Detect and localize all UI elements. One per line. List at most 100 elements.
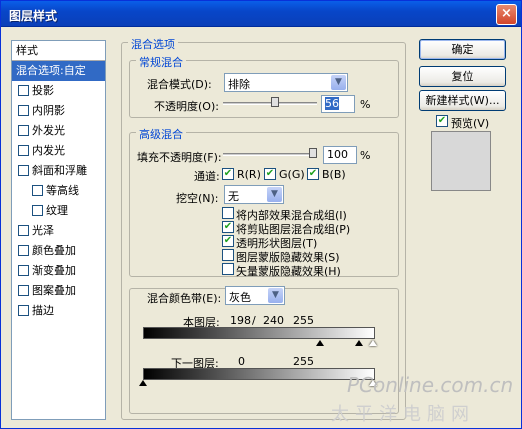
watermark-text: 太平洋电脑网 (331, 404, 475, 425)
style-item-label: 混合选项:自定 (16, 64, 86, 77)
this-layer-separator: / (252, 314, 256, 327)
this-layer-value-3: 255 (293, 314, 314, 327)
channel-r-label: R(R) (237, 168, 261, 181)
channel-g-label: G(G) (279, 168, 305, 181)
knockout-select[interactable]: 无 ▼ (224, 185, 284, 204)
dialog-body: 样式 混合选项:自定 投影 内阴影 外发光 内发光 斜面和浮雕 等高线 纹理 光… (1, 28, 521, 428)
blend-if-select[interactable]: 灰色 ▼ (225, 286, 285, 305)
style-item-drop-shadow[interactable]: 投影 (12, 81, 105, 101)
underlying-value-1: 0 (238, 355, 245, 368)
ok-button[interactable]: 确定 (419, 39, 506, 60)
style-item-label: 外发光 (32, 124, 65, 137)
style-item-blending-options[interactable]: 混合选项:自定 (12, 61, 105, 81)
opacity-percent: % (360, 98, 371, 111)
channel-b-label: B(B) (322, 168, 346, 181)
channel-g-checkbox[interactable]: ✔ (264, 168, 276, 180)
opacity-input[interactable]: 56 (321, 95, 355, 113)
knockout-label: 挖空(N): (176, 192, 219, 205)
knockout-value: 无 (228, 190, 239, 203)
style-checkbox[interactable] (18, 225, 29, 236)
fill-opacity-label: 填充不透明度(F): (137, 151, 222, 164)
style-item-label: 渐变叠加 (32, 264, 76, 277)
watermark-logo: PConline.com.cn (347, 373, 514, 397)
blend-interior-checkbox[interactable] (222, 207, 234, 219)
fill-opacity-percent: % (360, 149, 371, 162)
layer-style-dialog: 图层样式 × 样式 混合选项:自定 投影 内阴影 外发光 内发光 斜面和浮雕 等… (0, 0, 522, 429)
blend-if-label: 混合颜色带(E): (147, 292, 222, 305)
opacity-label: 不透明度(O): (154, 100, 219, 113)
style-item-pattern-overlay[interactable]: 图案叠加 (12, 281, 105, 301)
style-item-label: 内阴影 (32, 104, 65, 117)
this-layer-black-handle[interactable] (316, 340, 324, 346)
style-item-contour[interactable]: 等高线 (12, 181, 105, 201)
style-item-inner-shadow[interactable]: 内阴影 (12, 101, 105, 121)
style-item-label: 描边 (32, 304, 54, 317)
new-style-button[interactable]: 新建样式(W)... (419, 90, 506, 111)
opacity-slider-track[interactable] (223, 102, 317, 105)
fill-opacity-slider-thumb[interactable] (309, 148, 317, 158)
style-checkbox[interactable] (18, 285, 29, 296)
preview-label: 预览(V) (451, 117, 490, 130)
style-checkbox[interactable] (18, 305, 29, 316)
reset-button[interactable]: 复位 (419, 66, 506, 87)
this-layer-value-2: 240 (263, 314, 284, 327)
style-checkbox[interactable] (18, 85, 29, 96)
fill-opacity-input[interactable]: 100 (323, 146, 357, 164)
chevron-down-icon[interactable]: ▼ (267, 187, 282, 202)
layer-mask-hides-checkbox[interactable] (222, 249, 234, 261)
style-item-stroke[interactable]: 描边 (12, 301, 105, 321)
general-blending-title: 常规混合 (136, 54, 186, 70)
style-item-label: 投影 (32, 84, 54, 97)
style-checkbox[interactable] (18, 105, 29, 116)
style-list: 样式 混合选项:自定 投影 内阴影 外发光 内发光 斜面和浮雕 等高线 纹理 光… (11, 40, 106, 420)
style-item-outer-glow[interactable]: 外发光 (12, 121, 105, 141)
channel-r-checkbox[interactable]: ✔ (222, 168, 234, 180)
blend-clipped-checkbox[interactable]: ✔ (222, 221, 234, 233)
style-checkbox[interactable] (18, 165, 29, 176)
underlying-layer-gradient (143, 368, 375, 380)
style-checkbox[interactable] (32, 205, 43, 216)
style-item-texture[interactable]: 纹理 (12, 201, 105, 221)
style-checkbox[interactable] (18, 145, 29, 156)
opacity-slider-thumb[interactable] (271, 97, 280, 107)
underlying-value-2: 255 (293, 355, 314, 368)
channels-label: 通道: (194, 170, 220, 183)
style-preview-swatch (431, 131, 491, 191)
blend-mode-value: 排除 (228, 78, 250, 91)
this-layer-split-handle[interactable] (355, 340, 363, 346)
style-list-header[interactable]: 样式 (12, 41, 105, 61)
blend-if-value: 灰色 (229, 291, 251, 304)
style-item-label: 颜色叠加 (32, 244, 76, 257)
style-item-gradient-overlay[interactable]: 渐变叠加 (12, 261, 105, 281)
style-item-bevel-emboss[interactable]: 斜面和浮雕 (12, 161, 105, 181)
window-title: 图层样式 (9, 9, 58, 23)
chevron-down-icon[interactable]: ▼ (268, 288, 283, 303)
blend-mode-select[interactable]: 排除 ▼ (224, 73, 348, 92)
title-bar[interactable]: 图层样式 × (1, 1, 521, 27)
preview-checkbox[interactable]: ✔ (436, 115, 448, 127)
style-checkbox[interactable] (32, 185, 43, 196)
underlying-black-handle[interactable] (139, 380, 147, 386)
style-item-label: 图案叠加 (32, 284, 76, 297)
this-layer-value-1: 198 (230, 314, 251, 327)
chevron-down-icon[interactable]: ▼ (331, 75, 346, 90)
style-checkbox[interactable] (18, 245, 29, 256)
vector-mask-hides-checkbox[interactable] (222, 263, 234, 275)
style-item-label: 斜面和浮雕 (32, 164, 87, 177)
close-button[interactable]: × (496, 4, 517, 25)
channel-b-checkbox[interactable]: ✔ (307, 168, 319, 180)
blending-options-title: 混合选项 (128, 36, 178, 52)
style-item-label: 光泽 (32, 224, 54, 237)
vector-mask-hides-label: 矢量蒙版隐藏效果(H) (236, 265, 341, 278)
style-checkbox[interactable] (18, 125, 29, 136)
style-item-color-overlay[interactable]: 颜色叠加 (12, 241, 105, 261)
style-checkbox[interactable] (18, 265, 29, 276)
style-item-satin[interactable]: 光泽 (12, 221, 105, 241)
this-layer-white-handle[interactable] (369, 340, 377, 346)
blend-mode-label: 混合模式(D): (147, 78, 212, 91)
style-item-inner-glow[interactable]: 内发光 (12, 141, 105, 161)
transparency-shapes-checkbox[interactable]: ✔ (222, 235, 234, 247)
style-item-label: 等高线 (46, 184, 79, 197)
style-item-label: 内发光 (32, 144, 65, 157)
fill-opacity-slider-track[interactable] (223, 153, 317, 156)
